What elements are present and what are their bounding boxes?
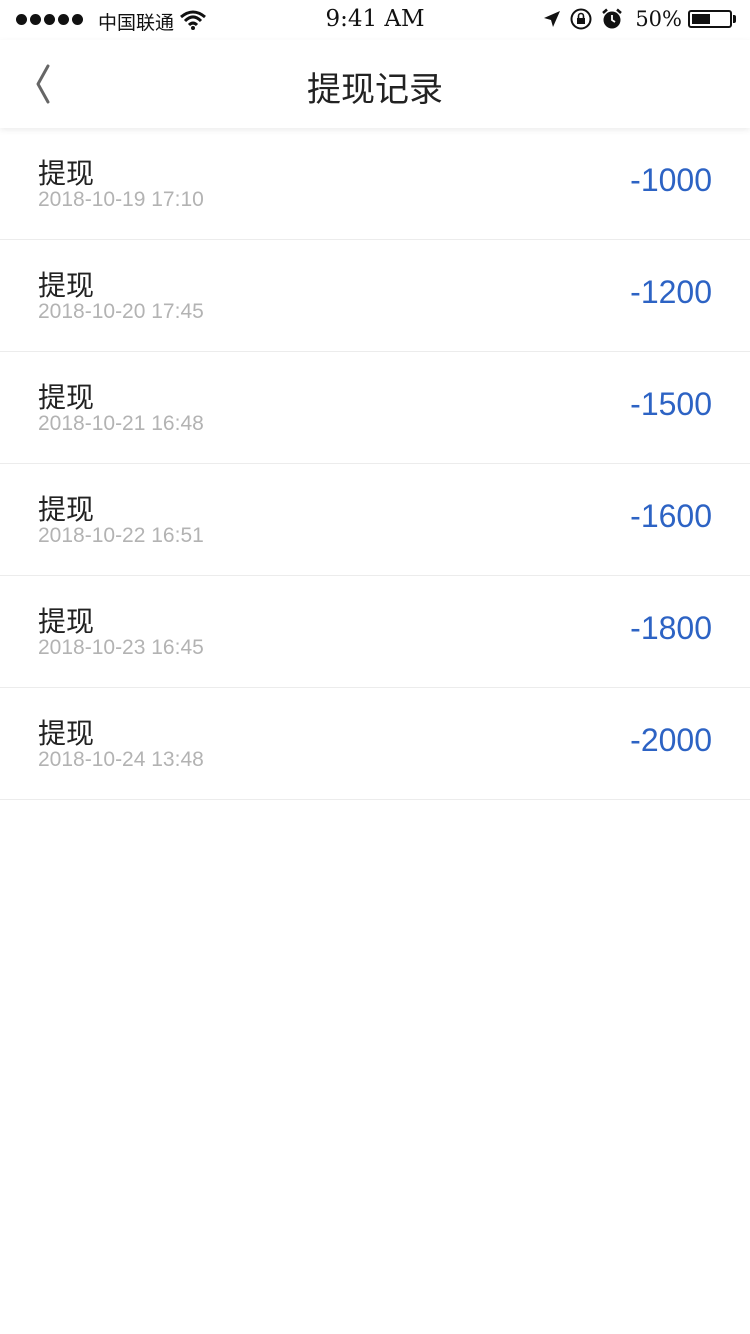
battery-percentage: 50% — [635, 7, 682, 31]
battery-level-fill — [692, 14, 710, 24]
battery-icon — [688, 10, 732, 28]
record-type: 提现 — [38, 493, 95, 526]
record-time: 2018-10-22 16:51 — [38, 524, 204, 547]
location-arrow-icon — [544, 11, 561, 27]
record-type: 提现 — [38, 717, 95, 750]
rotation-lock-icon — [570, 8, 592, 30]
list-item[interactable]: 提现 2018-10-21 16:48 -1500 — [0, 352, 750, 464]
navigation-bar: 提现记录 — [0, 40, 750, 128]
alarm-clock-icon — [602, 8, 623, 29]
list-item[interactable]: 提现 2018-10-24 13:48 -2000 — [0, 688, 750, 800]
page-title: 提现记录 — [307, 70, 443, 110]
record-time: 2018-10-23 16:45 — [38, 636, 204, 659]
record-amount: -1500 — [630, 386, 712, 422]
record-amount: -1000 — [630, 162, 712, 198]
record-time: 2018-10-20 17:45 — [38, 300, 204, 323]
record-amount: -1200 — [630, 274, 712, 310]
record-amount: -2000 — [630, 722, 712, 758]
list-item[interactable]: 提现 2018-10-23 16:45 -1800 — [0, 576, 750, 688]
record-time: 2018-10-19 17:10 — [38, 188, 204, 211]
record-amount: -1600 — [630, 498, 712, 534]
list-item[interactable]: 提现 2018-10-20 17:45 -1200 — [0, 240, 750, 352]
record-type: 提现 — [38, 157, 95, 190]
status-indicators: 50% — [535, 7, 736, 31]
list-item[interactable]: 提现 2018-10-19 17:10 -1000 — [0, 128, 750, 240]
record-time: 2018-10-24 13:48 — [38, 748, 204, 771]
record-type: 提现 — [38, 269, 95, 302]
withdrawal-record-list: 提现 2018-10-19 17:10 -1000 提现 2018-10-20 … — [0, 128, 750, 800]
battery-tip — [733, 15, 736, 23]
record-time: 2018-10-21 16:48 — [38, 412, 204, 435]
list-item[interactable]: 提现 2018-10-22 16:51 -1600 — [0, 464, 750, 576]
record-type: 提现 — [38, 381, 95, 414]
record-amount: -1800 — [630, 610, 712, 646]
record-type: 提现 — [38, 605, 95, 638]
status-bar: 中国联通 9:41 AM 50% — [0, 0, 750, 40]
